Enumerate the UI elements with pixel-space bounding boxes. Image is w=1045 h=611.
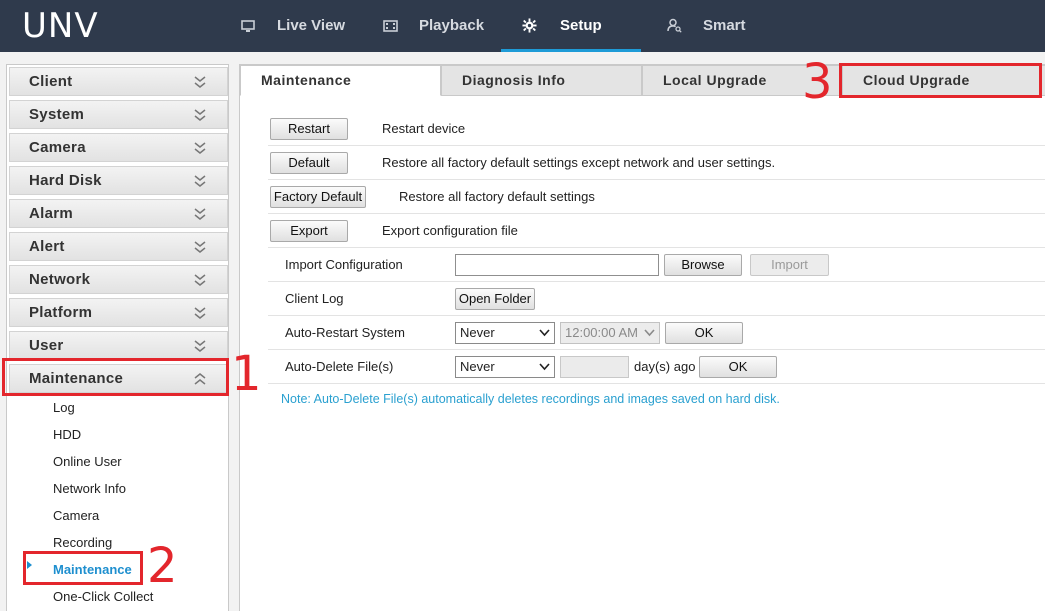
sidebar-group-label: Platform	[29, 304, 93, 321]
sidebar-group-label: User	[29, 337, 64, 354]
auto-restart-select[interactable]: Never	[455, 322, 555, 344]
monitor-icon	[237, 0, 259, 54]
sidebar-group-platform[interactable]: Platform	[9, 298, 228, 327]
factory-default-row: Factory Default Restore all factory defa…	[268, 180, 1045, 214]
default-row: Default Restore all factory default sett…	[268, 146, 1045, 180]
chevron-down-icon	[644, 329, 655, 337]
sidebar-sub-camera[interactable]: Camera	[53, 507, 99, 525]
auto-delete-note: Note: Auto-Delete File(s) automatically …	[281, 392, 780, 406]
gear-icon	[518, 0, 540, 54]
auto-restart-time-select[interactable]: 12:00:00 AM	[560, 322, 660, 344]
annotation-box-maintenance-item	[23, 551, 143, 585]
client-log-label: Client Log	[285, 291, 344, 306]
annotation-step-3: 3	[802, 54, 833, 110]
sidebar-sub-network-info[interactable]: Network Info	[53, 480, 126, 498]
import-configuration-row: Import Configuration Browse Import	[268, 248, 1045, 282]
auto-restart-row: Auto-Restart System Never 12:00:00 AM OK	[268, 316, 1045, 350]
sidebar-sub-one-click-collect[interactable]: One-Click Collect	[53, 588, 153, 606]
sidebar-group-user[interactable]: User	[9, 331, 228, 360]
sidebar-group-network[interactable]: Network	[9, 265, 228, 294]
auto-delete-label: Auto-Delete File(s)	[285, 359, 394, 374]
sidebar-group-label: Alert	[29, 238, 65, 255]
double-chevron-down-icon	[194, 307, 206, 319]
export-row: Export Export configuration file	[268, 214, 1045, 248]
sidebar-sub-hdd[interactable]: HDD	[53, 426, 81, 444]
unv-logo: UNV	[22, 6, 99, 46]
double-chevron-down-icon	[194, 109, 206, 121]
auto-restart-time-value: 12:00:00 AM	[565, 325, 638, 340]
auto-restart-select-value: Never	[460, 325, 495, 340]
default-button[interactable]: Default	[270, 152, 348, 174]
chevron-down-icon	[539, 329, 550, 337]
export-description: Export configuration file	[382, 223, 518, 238]
sidebar-group-label: Alarm	[29, 205, 74, 222]
sidebar: Client System Camera Hard Disk Alarm Ale…	[6, 64, 229, 611]
nav-playback[interactable]: Playback	[379, 0, 499, 52]
sidebar-sub-recording[interactable]: Recording	[53, 534, 112, 552]
nav-setup[interactable]: Setup	[501, 0, 641, 52]
default-description: Restore all factory default settings exc…	[382, 155, 776, 170]
auto-delete-ok-button[interactable]: OK	[699, 356, 777, 378]
open-folder-button[interactable]: Open Folder	[455, 288, 535, 310]
tab-maintenance[interactable]: Maintenance	[240, 65, 441, 96]
sidebar-group-alert[interactable]: Alert	[9, 232, 228, 261]
nav-playback-label: Playback	[419, 17, 485, 34]
factory-default-button[interactable]: Factory Default	[270, 186, 366, 208]
nav-smart[interactable]: Smart	[663, 0, 783, 52]
client-log-row: Client Log Open Folder	[268, 282, 1045, 316]
sidebar-group-camera[interactable]: Camera	[9, 133, 228, 162]
chevron-down-icon	[539, 363, 550, 371]
sidebar-group-label: Client	[29, 73, 73, 90]
annotation-box-cloud-upgrade	[839, 63, 1042, 98]
sidebar-group-system[interactable]: System	[9, 100, 228, 129]
sidebar-group-label: Camera	[29, 139, 86, 156]
user-search-icon	[663, 0, 685, 54]
restart-row: Restart Restart device	[268, 112, 1045, 146]
double-chevron-down-icon	[194, 208, 206, 220]
film-icon	[379, 0, 401, 54]
double-chevron-down-icon	[194, 340, 206, 352]
auto-delete-select-value: Never	[460, 359, 495, 374]
sidebar-group-label: Hard Disk	[29, 172, 102, 189]
sidebar-group-hard-disk[interactable]: Hard Disk	[9, 166, 228, 195]
sidebar-group-client[interactable]: Client	[9, 67, 228, 96]
auto-delete-select[interactable]: Never	[455, 356, 555, 378]
nav-live-view-label: Live View	[277, 17, 346, 34]
sidebar-sub-log[interactable]: Log	[53, 399, 75, 417]
sidebar-sub-online-user[interactable]: Online User	[53, 453, 122, 471]
browse-button[interactable]: Browse	[664, 254, 742, 276]
main-panel: Maintenance Diagnosis Info Local Upgrade…	[239, 64, 1045, 611]
top-header: UNV Live View Playback Setup Smart	[0, 0, 1045, 52]
annotation-step-2: 2	[147, 538, 178, 594]
sidebar-group-alarm[interactable]: Alarm	[9, 199, 228, 228]
import-configuration-label: Import Configuration	[285, 257, 403, 272]
nav-smart-label: Smart	[703, 17, 746, 34]
sidebar-group-label: Network	[29, 271, 91, 288]
nav-setup-label: Setup	[560, 17, 602, 34]
nav-live-view[interactable]: Live View	[237, 0, 357, 52]
annotation-box-maintenance-group	[2, 358, 229, 396]
double-chevron-down-icon	[194, 142, 206, 154]
annotation-step-1: 1	[231, 346, 262, 402]
double-chevron-down-icon	[194, 76, 206, 88]
double-chevron-down-icon	[194, 274, 206, 286]
restart-button[interactable]: Restart	[270, 118, 348, 140]
double-chevron-down-icon	[194, 241, 206, 253]
auto-delete-days-suffix: day(s) ago	[634, 359, 696, 374]
auto-delete-days-input[interactable]	[560, 356, 629, 378]
import-button[interactable]: Import	[750, 254, 829, 276]
restart-description: Restart device	[382, 121, 466, 136]
sidebar-group-label: System	[29, 106, 85, 123]
export-button[interactable]: Export	[270, 220, 348, 242]
auto-restart-label: Auto-Restart System	[285, 325, 405, 340]
factory-default-description: Restore all factory default settings	[399, 189, 595, 204]
auto-restart-ok-button[interactable]: OK	[665, 322, 743, 344]
double-chevron-down-icon	[194, 175, 206, 187]
tab-diagnosis-info[interactable]: Diagnosis Info	[441, 65, 642, 96]
import-file-input[interactable]	[455, 254, 659, 276]
auto-delete-row: Auto-Delete File(s) Never day(s) ago OK	[268, 350, 1045, 384]
